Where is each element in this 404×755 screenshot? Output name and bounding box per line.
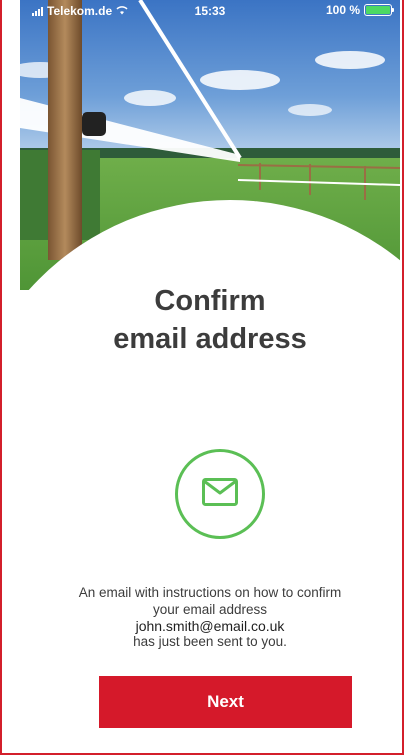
email-address: john.smith@email.co.uk <box>135 618 285 634</box>
next-button-label: Next <box>207 692 244 711</box>
hero-illustration <box>20 0 400 290</box>
next-button[interactable]: Next <box>99 676 352 728</box>
envelope-badge <box>175 449 265 539</box>
message-line-3: has just been sent to you. <box>133 634 287 649</box>
confirmation-message: An email with instructions on how to con… <box>20 584 400 649</box>
app-screen: Telekom.de 15:33 100 % Confirm email add… <box>0 0 404 755</box>
message-line-1: An email with instructions on how to con… <box>78 585 342 600</box>
status-bar: Telekom.de 15:33 100 % <box>20 0 400 22</box>
battery-icon <box>364 4 394 16</box>
envelope-icon <box>202 477 238 511</box>
title-line-2: email address <box>113 323 307 355</box>
battery-percent: 100 % <box>325 3 360 17</box>
title-line-1: Confirm <box>154 285 266 317</box>
message-line-2: your email address <box>152 602 268 617</box>
page-title: Confirm email address <box>20 282 400 358</box>
battery-status: 100 % <box>325 3 394 17</box>
